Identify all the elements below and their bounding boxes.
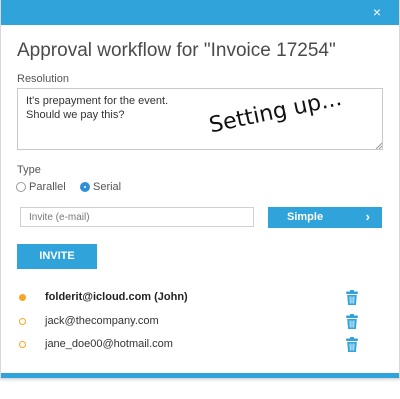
radio-serial-circle[interactable] <box>80 182 90 192</box>
invite-email-input[interactable] <box>20 207 254 227</box>
radio-parallel-circle[interactable] <box>16 182 26 192</box>
person-email: folderit@icloud.com (John) <box>45 291 188 303</box>
type-label: Type <box>17 164 41 176</box>
radio-serial[interactable]: Serial <box>80 180 121 194</box>
dialog-header-bar: × <box>1 0 399 25</box>
trash-icon[interactable] <box>346 290 358 305</box>
dialog-title: Approval workflow for "Invoice 17254" <box>17 40 336 61</box>
person-email: jack@thecompany.com <box>45 315 159 327</box>
simple-mode-button[interactable]: Simple › <box>268 207 382 228</box>
trash-icon[interactable] <box>346 314 358 329</box>
list-item: folderit@icloud.com (John) <box>17 290 367 306</box>
resolution-label: Resolution <box>17 73 69 85</box>
person-email: jane_doe00@hotmail.com <box>45 338 173 350</box>
trash-icon[interactable] <box>346 337 358 352</box>
radio-serial-label: Serial <box>93 181 122 193</box>
status-dot-icon <box>19 318 26 325</box>
chevron-right-icon: › <box>365 209 370 224</box>
status-dot-icon <box>19 341 26 348</box>
simple-mode-label: Simple <box>287 211 324 223</box>
radio-parallel[interactable]: Parallel <box>16 180 66 194</box>
list-item: jane_doe00@hotmail.com <box>17 337 367 353</box>
radio-parallel-label: Parallel <box>29 181 66 193</box>
list-item: jack@thecompany.com <box>17 314 367 330</box>
status-dot-icon <box>19 294 26 301</box>
invite-button[interactable]: INVITE <box>17 244 97 269</box>
dialog-footer-bar <box>1 373 399 378</box>
resize-grip-icon[interactable] <box>375 142 382 149</box>
approval-dialog: × Approval workflow for "Invoice 17254" … <box>0 0 400 379</box>
close-icon[interactable]: × <box>369 4 385 20</box>
